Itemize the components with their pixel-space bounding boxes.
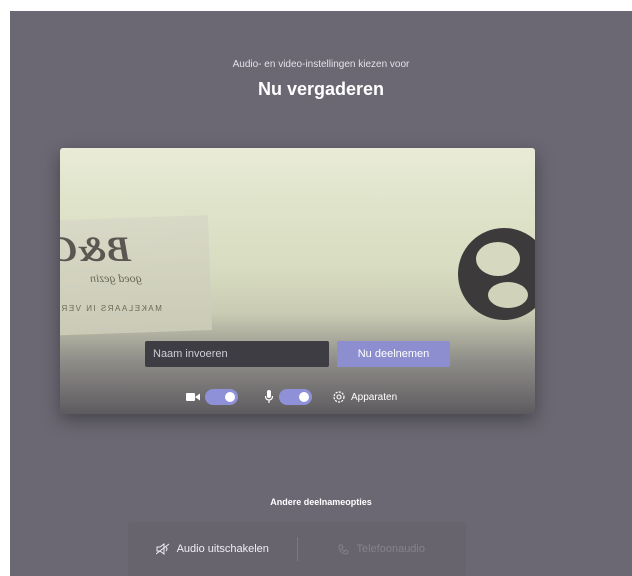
join-now-button[interactable]: Nu deelnemen	[337, 341, 450, 367]
other-options-title: Andere deelnameopties	[270, 497, 372, 507]
media-controls: Apparaten	[186, 388, 397, 406]
gear-icon[interactable]	[332, 390, 346, 404]
page-title: Nu vergaderen	[257, 79, 385, 99]
camera-toggle-knob	[225, 392, 235, 402]
audio-off-button[interactable]: Audio uitschakelen	[128, 522, 297, 576]
speaker-off-icon	[155, 543, 170, 555]
name-input[interactable]	[145, 341, 329, 367]
other-join-options: Audio uitschakelen Telefoonaudio	[128, 522, 466, 576]
devices-button[interactable]: Apparaten	[351, 392, 397, 403]
camera-preview: B&C goed gezin MAKELAARS IN VER Nu deeln…	[60, 148, 535, 414]
microphone-toggle[interactable]	[279, 389, 312, 405]
audio-off-label: Audio uitschakelen	[176, 543, 269, 555]
microphone-toggle-knob	[299, 392, 309, 402]
phone-audio-label: Telefoonaudio	[356, 543, 425, 555]
preview-tagline: MAKELAARS IN VER	[60, 304, 162, 313]
phone-icon	[338, 544, 349, 555]
camera-toggle[interactable]	[205, 389, 238, 405]
preview-logo-text: B&C	[60, 229, 132, 269]
preview-swirl-logo	[458, 228, 535, 320]
video-camera-icon	[186, 392, 200, 402]
page-subtitle: Audio- en video-instellingen kiezen voor	[232, 59, 410, 70]
pre-join-screen: Audio- en video-instellingen kiezen voor…	[10, 11, 632, 576]
preview-slogan: goed gezin	[90, 271, 142, 285]
microphone-icon	[264, 390, 274, 404]
phone-audio-button[interactable]: Telefoonaudio	[298, 522, 467, 576]
